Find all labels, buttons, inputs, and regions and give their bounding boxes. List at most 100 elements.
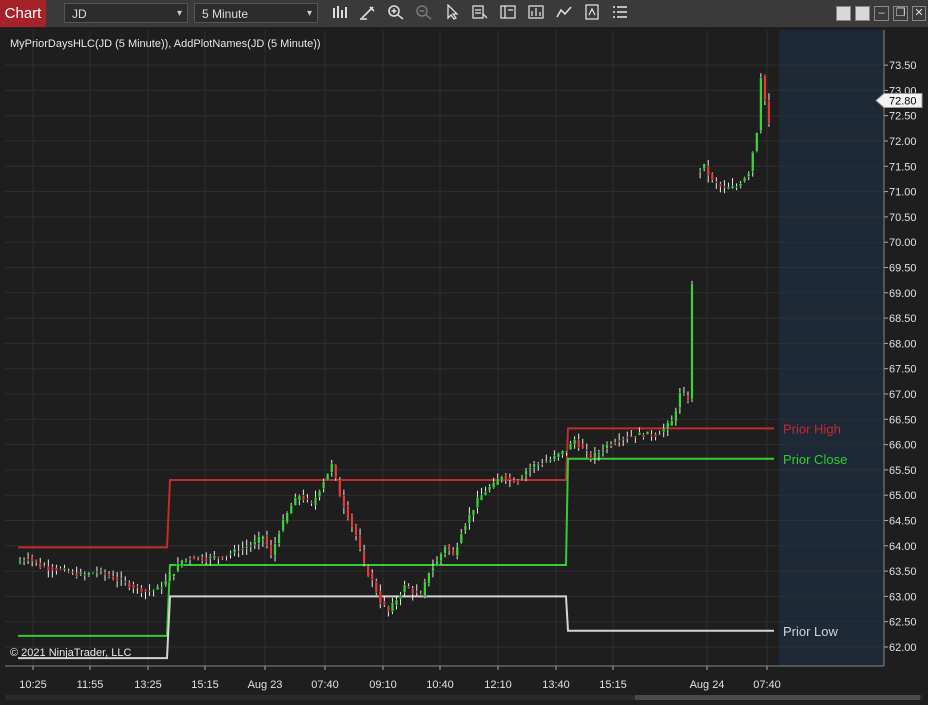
window-option-icon[interactable] <box>836 6 851 21</box>
candle-body <box>755 132 759 152</box>
candle-body <box>330 463 334 473</box>
candle-body <box>127 582 131 588</box>
strategies-icon[interactable] <box>526 4 546 23</box>
candle-body <box>46 566 50 571</box>
candle-body <box>423 581 427 597</box>
candle-body <box>710 173 714 181</box>
candle-body <box>589 453 593 460</box>
candle-body <box>115 577 119 582</box>
candle-body <box>617 440 621 443</box>
candle-body <box>374 581 378 593</box>
candle-body <box>265 535 269 546</box>
candle-body <box>180 559 184 566</box>
candle-body <box>508 477 512 480</box>
candle-body <box>735 186 739 188</box>
candle-body <box>370 573 374 581</box>
candle-body <box>718 183 722 187</box>
candle-body <box>140 587 143 593</box>
y-tick-label: 65.00 <box>889 490 917 502</box>
candle-body <box>152 589 156 591</box>
candle-body <box>99 569 103 572</box>
chart-tab[interactable]: Chart <box>0 0 46 27</box>
indicators-icon[interactable] <box>554 4 574 23</box>
restore-icon[interactable]: ❐ <box>893 6 908 21</box>
candle-body <box>257 536 261 544</box>
y-tick-label: 67.00 <box>889 389 917 401</box>
instrument-value: JD <box>72 7 87 21</box>
candle-body <box>488 486 492 491</box>
candle-body <box>160 586 164 589</box>
bar-type-icon[interactable] <box>330 4 350 23</box>
scrollbar-thumb[interactable] <box>635 695 920 700</box>
candle-body <box>26 558 30 561</box>
candle-body <box>50 567 54 571</box>
data-box-icon[interactable] <box>470 4 490 23</box>
interval-selector[interactable]: 5 Minute ▾ <box>194 3 318 23</box>
candle-body <box>103 572 107 575</box>
candle-body <box>706 166 710 176</box>
candle-body <box>216 557 220 559</box>
candle-body <box>613 442 617 444</box>
candle-body <box>670 420 674 426</box>
candle-body <box>123 581 127 583</box>
candle-body <box>144 589 147 592</box>
candle-body <box>540 463 544 465</box>
candle-body <box>237 551 241 553</box>
close-icon[interactable]: ✕ <box>912 6 926 21</box>
candle-body <box>496 478 500 486</box>
draw-pencil-icon[interactable] <box>358 4 378 23</box>
y-tick-label: 66.50 <box>889 414 917 426</box>
candle-body <box>536 463 540 465</box>
y-tick-label: 62.00 <box>889 642 917 654</box>
candle-body <box>662 428 666 433</box>
zoom-in-icon[interactable] <box>386 4 406 23</box>
window-option-icon[interactable] <box>855 6 870 21</box>
candle-body <box>459 533 463 544</box>
candle-body <box>455 546 459 557</box>
menu-icon[interactable] <box>610 4 630 23</box>
candle-body <box>314 497 317 506</box>
y-tick-label: 68.50 <box>889 313 917 325</box>
candle-body <box>407 586 411 589</box>
candle-body <box>593 452 597 458</box>
y-tick-label: 70.00 <box>889 237 917 249</box>
candle-body <box>22 560 26 562</box>
instrument-selector[interactable]: JD ▾ <box>64 3 188 23</box>
candle-body <box>38 562 42 568</box>
candle-body <box>698 170 702 172</box>
candle-body <box>642 434 645 438</box>
candle-body <box>277 533 281 544</box>
plot-name-label: Prior Low <box>783 624 839 639</box>
y-tick-label: 70.50 <box>889 212 917 224</box>
last-price-label: 72.80 <box>889 96 917 108</box>
candle-body <box>739 183 743 187</box>
x-tick-label: Aug 23 <box>248 679 283 691</box>
minimize-icon[interactable]: – <box>874 6 889 21</box>
candle-body <box>91 572 95 574</box>
candle-body <box>164 580 168 586</box>
x-tick-label: 15:15 <box>599 679 627 691</box>
properties-icon[interactable] <box>498 4 518 23</box>
candle-body <box>63 568 66 570</box>
candle-body <box>751 151 755 172</box>
candle-body <box>301 495 305 501</box>
price-chart[interactable]: 73.50 73.00 72.50 72.00 71.50 71.00 70.50 70.00… <box>0 28 928 700</box>
y-tick-label: 64.50 <box>889 516 917 528</box>
y-tick-label: 66.00 <box>889 440 917 452</box>
candle-body <box>334 464 338 478</box>
candle-body <box>601 450 605 453</box>
candle-body <box>34 559 38 563</box>
candle-body <box>650 434 653 437</box>
candle-body <box>451 550 455 556</box>
candle-body <box>42 565 46 568</box>
zoom-out-icon[interactable] <box>414 4 434 23</box>
candle-body <box>532 463 536 468</box>
pointer-icon[interactable] <box>442 3 462 23</box>
candle-body <box>220 556 224 559</box>
candle-body <box>342 495 346 508</box>
chevron-down-icon: ▾ <box>176 8 182 19</box>
y-tick-label: 65.50 <box>889 465 917 477</box>
y-tick-label: 73.50 <box>889 60 917 72</box>
templates-icon[interactable] <box>582 4 602 23</box>
candle-body <box>524 470 528 476</box>
